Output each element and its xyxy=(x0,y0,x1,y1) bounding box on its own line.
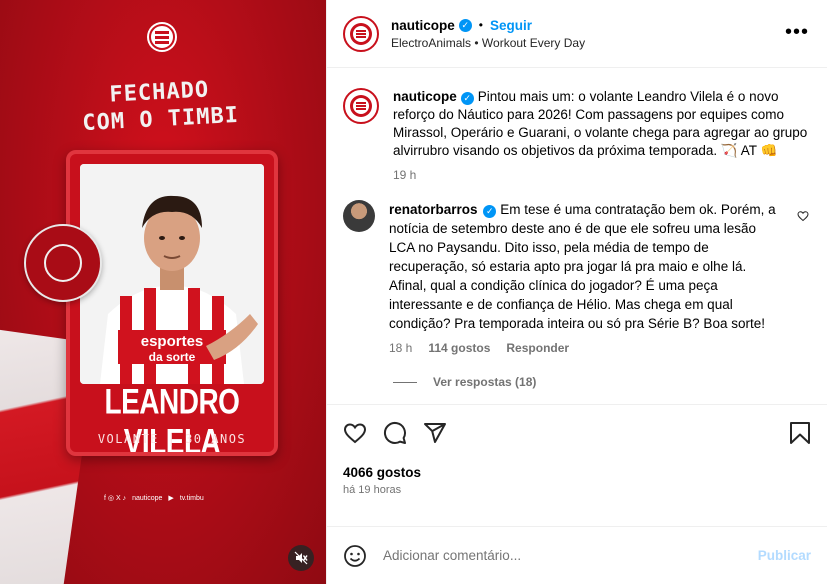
media-social-footer: f ◎ X ♪ nauticope ▶ tv.timbu xyxy=(104,494,204,503)
club-crest-icon xyxy=(350,22,372,45)
mute-icon xyxy=(294,551,308,565)
commenter-avatar[interactable] xyxy=(343,200,375,232)
reply-button[interactable]: Responder xyxy=(506,341,569,355)
save-button[interactable] xyxy=(771,415,811,451)
comment-likes[interactable]: 114 gostos xyxy=(428,341,490,355)
seal-inner xyxy=(44,244,82,282)
comment-text: Em tese é uma contratação bem ok. Porém,… xyxy=(389,202,776,331)
player-photo: esportes da sorte xyxy=(80,164,264,384)
verified-icon: ✓ xyxy=(458,18,472,32)
audio-artist: ElectroAnimals xyxy=(391,35,472,50)
comment-item: renatorbarros ✓ Em tese é uma contratação… xyxy=(343,200,811,355)
comment-text-block: renatorbarros ✓ Em tese é uma contratação… xyxy=(389,200,781,333)
caption-time[interactable]: 19 h xyxy=(393,168,416,182)
post-caption-block: nauticope ✓ Pintou mais um: o volante Lean… xyxy=(343,88,811,182)
club-crest-icon xyxy=(350,95,372,117)
verified-icon: ✓ xyxy=(483,205,497,218)
seal-badge xyxy=(24,224,102,302)
replies-line xyxy=(393,381,417,383)
share-button[interactable] xyxy=(423,415,463,451)
social-handle: nauticope xyxy=(132,494,163,502)
social-tv: tv.timbu xyxy=(179,494,204,502)
mute-button[interactable] xyxy=(288,545,314,571)
player-illustration: esportes da sorte xyxy=(80,164,264,384)
verified-icon: ✓ xyxy=(460,92,474,105)
publish-button[interactable]: Publicar xyxy=(758,548,811,563)
player-role: VOLANTE | 30 ANOS xyxy=(97,432,247,446)
likes-count[interactable]: 4066 gostos xyxy=(343,465,811,480)
caption-username[interactable]: nauticope xyxy=(393,89,457,104)
share-icon xyxy=(424,423,446,443)
follow-button[interactable]: Seguir xyxy=(490,18,532,33)
comment-icon xyxy=(383,421,406,444)
header-meta: nauticope ✓ • Seguir ElectroAnimals • Wo… xyxy=(391,18,585,50)
emoji-icon[interactable] xyxy=(343,544,367,568)
comment-like-icon[interactable] xyxy=(797,210,809,222)
post-media[interactable]: FECHADO COM O TIMBI esportes da sorte LE… xyxy=(0,0,326,584)
comment-composer: Publicar xyxy=(327,526,827,584)
comment-input[interactable] xyxy=(383,548,742,563)
post-panel: nauticope ✓ • Seguir ElectroAnimals • Wo… xyxy=(326,0,827,584)
commenter-username[interactable]: renatorbarros xyxy=(389,202,478,217)
post-header: nauticope ✓ • Seguir ElectroAnimals • Wo… xyxy=(327,0,827,68)
caption-text-block: nauticope ✓ Pintou mais um: o volante Lean… xyxy=(393,88,811,160)
like-button[interactable] xyxy=(343,415,383,451)
comments-section[interactable]: nauticope ✓ Pintou mais um: o volante Lean… xyxy=(327,68,827,404)
media-headline: FECHADO COM O TIMBI xyxy=(59,75,261,137)
youtube-icon: ▶ xyxy=(168,495,174,502)
view-replies-button[interactable]: Ver respostas (18) xyxy=(393,375,811,389)
view-replies-label: Ver respostas (18) xyxy=(433,375,537,389)
more-options-button[interactable]: ••• xyxy=(785,22,809,42)
comment-meta: 18 h 114 gostos Responder xyxy=(389,341,781,355)
heart-icon xyxy=(343,423,367,444)
posted-ago[interactable]: há 19 horas xyxy=(343,484,811,496)
author-username[interactable]: nauticope xyxy=(391,18,455,33)
comment-time[interactable]: 18 h xyxy=(389,341,412,355)
svg-text:da sorte: da sorte xyxy=(149,350,196,364)
social-icons: f ◎ X ♪ xyxy=(104,495,127,502)
post-actions: 4066 gostos há 19 horas xyxy=(327,404,827,526)
bookmark-icon xyxy=(790,422,810,444)
comment-button[interactable] xyxy=(383,415,423,451)
svg-text:esportes: esportes xyxy=(141,333,204,350)
audio-separator: • xyxy=(474,35,482,50)
separator-dot: • xyxy=(478,18,483,32)
action-icons xyxy=(343,415,811,451)
caption-meta: 19 h xyxy=(393,168,811,182)
caption-avatar[interactable] xyxy=(343,88,379,124)
club-crest-icon xyxy=(147,22,177,52)
audio-info[interactable]: ElectroAnimals • Workout Every Day xyxy=(391,36,585,50)
player-card: esportes da sorte LEANDRO VILELA VOLANTE… xyxy=(66,150,278,456)
author-avatar[interactable] xyxy=(343,15,379,52)
audio-track: Workout Every Day xyxy=(481,35,586,50)
